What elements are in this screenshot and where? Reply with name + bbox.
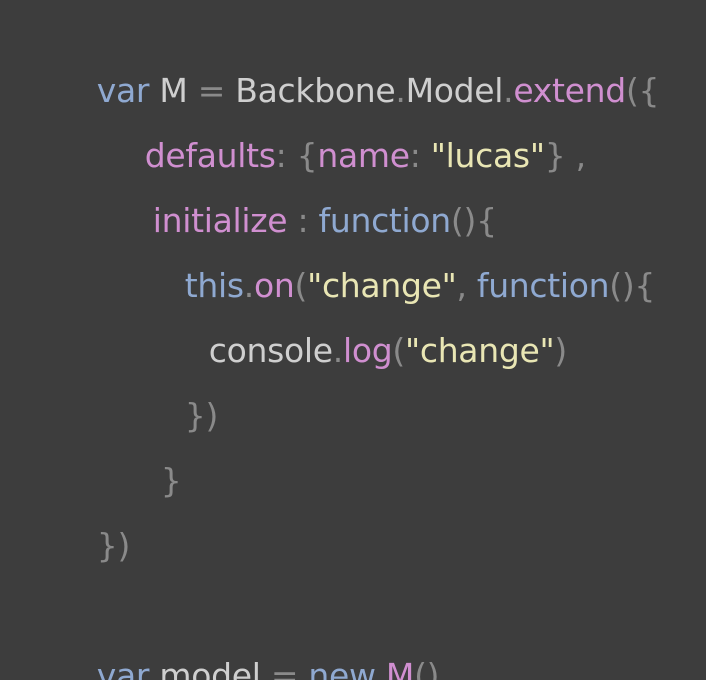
punctuation-close-block: }) (96, 526, 131, 565)
code-line-10: var model = new M() (56, 616, 440, 680)
identifier-model: model (149, 656, 271, 680)
code-editor[interactable]: var M = Backbone.Model.extend({ defaults… (0, 0, 706, 680)
identifier-m: M (385, 656, 415, 680)
code-line-8: }) (56, 486, 131, 565)
keyword-var: var (96, 656, 150, 680)
punctuation-open-paren: ( (392, 331, 405, 370)
punctuation-close-block: }) (184, 396, 219, 435)
operator-assign: = (270, 656, 299, 680)
code-line-6: }) (144, 356, 219, 435)
code-line-5: console.log("change") (168, 291, 567, 370)
punctuation-close-brace: } (160, 461, 182, 500)
code-line-1: var M = Backbone.Model.extend({ (56, 31, 660, 110)
code-line-4: this.on("change", function(){ (144, 226, 656, 305)
punctuation-close-paren: ) (554, 331, 567, 370)
string-change: "change" (404, 331, 555, 370)
punctuation-parens: () (414, 656, 440, 680)
dot: . (332, 331, 344, 370)
punctuation-close-brace: } , (544, 136, 586, 175)
code-line-7: } (120, 421, 182, 500)
identifier-console: console (208, 331, 333, 370)
punctuation-parens-brace: (){ (609, 266, 656, 305)
punctuation-open: ({ (625, 71, 660, 110)
keyword-new: new (298, 656, 386, 680)
method-log: log (342, 331, 393, 370)
code-line-3: initialize : function(){ (112, 161, 497, 240)
code-line-2: defaults: {name: "lucas"} , (104, 96, 586, 175)
